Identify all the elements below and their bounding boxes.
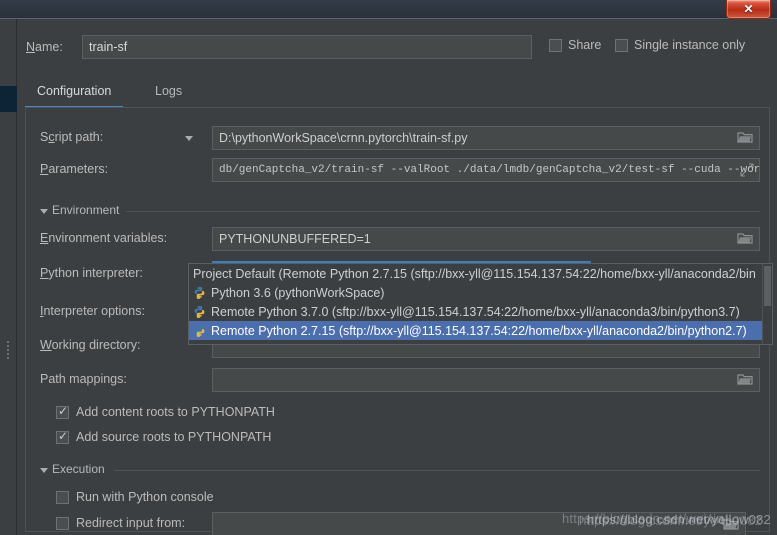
environment-variables-label: Environment variables: — [40, 231, 168, 245]
share-label: Share — [568, 38, 602, 52]
dropdown-item-python36[interactable]: Python 3.6 (pythonWorkSpace) — [189, 283, 772, 302]
tab-bar: Configuration Logs — [25, 79, 770, 108]
close-button[interactable]: ✕ — [726, 0, 771, 19]
python-interpreter-label: Python interpreter: — [40, 266, 143, 280]
execution-collapse-triangle-icon[interactable] — [40, 468, 48, 473]
script-path-folder-icon[interactable] — [737, 130, 753, 144]
run-with-console-label: Run with Python console — [76, 490, 214, 504]
parameters-label: Parameters: — [40, 162, 109, 176]
name-input[interactable] — [82, 35, 532, 59]
add-source-roots-label: Add source roots to PYTHONPATH — [76, 430, 272, 444]
dropdown-item-project-default[interactable]: Project Default (Remote Python 2.7.15 (s… — [189, 264, 772, 283]
splitter-drag-handle[interactable] — [4, 339, 12, 369]
run-with-console-checkbox[interactable] — [56, 490, 69, 504]
execution-section-header[interactable]: Execution — [40, 462, 760, 478]
redirect-input-checkbox[interactable] — [56, 516, 69, 530]
add-content-roots-row[interactable]: Add content roots to PYTHONPATH — [56, 404, 275, 419]
left-tool-strip — [0, 19, 17, 535]
script-path-chevron-down-icon[interactable] — [185, 136, 193, 141]
python-icon — [193, 324, 206, 337]
environment-variables-row: Environment variables: PYTHONUNBUFFERED=… — [40, 227, 760, 251]
parameters-row: Parameters: db/genCaptcha_v2/train-sf --… — [40, 158, 760, 182]
environment-section-header[interactable]: Environment — [40, 203, 760, 219]
add-content-roots-label: Add content roots to PYTHONPATH — [76, 405, 275, 419]
python-icon — [193, 286, 206, 299]
single-instance-checkbox-group[interactable]: Single instance only — [615, 38, 745, 52]
share-checkbox-group[interactable]: Share — [549, 38, 601, 52]
left-strip-selected-item[interactable] — [0, 86, 17, 112]
name-label: Name: — [26, 40, 63, 54]
execution-section-divider — [114, 470, 760, 471]
environment-variables-field[interactable]: PYTHONUNBUFFERED=1 — [212, 227, 760, 251]
add-source-roots-checkbox[interactable] — [56, 429, 69, 444]
environment-collapse-triangle-icon[interactable] — [40, 209, 48, 214]
run-configuration-dialog: ✕ Name: Share Single instance only Confi… — [0, 0, 777, 535]
dropdown-scrollbar[interactable] — [762, 264, 772, 344]
redirect-input-folder-icon[interactable] — [723, 517, 739, 531]
working-directory-label: Working directory: — [40, 338, 141, 352]
path-mappings-folder-icon[interactable] — [737, 372, 753, 386]
dropdown-item-label: Remote Python 2.7.15 (sftp://bxx-yll@115… — [211, 323, 747, 338]
name-row: Name: Share Single instance only — [17, 35, 777, 61]
single-instance-checkbox[interactable] — [615, 38, 628, 52]
redirect-input-row[interactable]: Redirect input from: — [56, 516, 185, 530]
parameters-field[interactable]: db/genCaptcha_v2/train-sf --valRoot ./da… — [212, 158, 760, 182]
path-mappings-row: Path mappings: — [40, 368, 760, 392]
parameters-expand-icon[interactable] — [739, 163, 755, 177]
python-interpreter-dropdown-popup[interactable]: Project Default (Remote Python 2.7.15 (s… — [188, 263, 773, 345]
path-mappings-label: Path mappings: — [40, 372, 127, 386]
redirect-input-field[interactable] — [212, 512, 746, 535]
script-path-field[interactable]: D:\pythonWorkSpace\crnn.pytorch\train-sf… — [212, 126, 760, 150]
dropdown-item-remote-python-2715[interactable]: Remote Python 2.7.15 (sftp://bxx-yll@115… — [189, 321, 772, 340]
single-instance-label: Single instance only — [634, 38, 746, 52]
run-with-console-row[interactable]: Run with Python console — [56, 490, 214, 504]
dialog-content: Name: Share Single instance only Configu… — [17, 19, 777, 535]
dropdown-item-remote-python-370[interactable]: Remote Python 3.7.0 (sftp://bxx-yll@115.… — [189, 302, 772, 321]
environment-section-divider — [126, 211, 760, 212]
add-content-roots-checkbox[interactable] — [56, 404, 69, 419]
dropdown-item-label: Remote Python 3.7.0 (sftp://bxx-yll@115.… — [211, 304, 740, 319]
dropdown-item-label: Project Default (Remote Python 2.7.15 (s… — [193, 266, 756, 281]
share-checkbox[interactable] — [549, 38, 562, 52]
script-path-row: Script path: D:\pythonWorkSpace\crnn.pyt… — [40, 126, 760, 150]
python-icon — [193, 305, 206, 318]
tab-logs[interactable]: Logs — [143, 79, 194, 108]
window-titlebar: ✕ — [0, 0, 777, 19]
interpreter-options-label: Interpreter options: — [40, 304, 145, 318]
tab-configuration[interactable]: Configuration — [25, 79, 124, 108]
dropdown-scrollbar-thumb[interactable] — [764, 266, 771, 306]
redirect-input-label: Redirect input from: — [76, 516, 186, 530]
dropdown-item-label: Python 3.6 (pythonWorkSpace) — [211, 285, 385, 300]
environment-section-title: Environment — [52, 203, 120, 217]
script-path-label: Script path: — [40, 130, 104, 144]
environment-variables-folder-icon[interactable] — [737, 231, 753, 245]
execution-section-title: Execution — [52, 462, 105, 476]
path-mappings-field[interactable] — [212, 368, 760, 392]
add-source-roots-row[interactable]: Add source roots to PYTHONPATH — [56, 429, 272, 444]
